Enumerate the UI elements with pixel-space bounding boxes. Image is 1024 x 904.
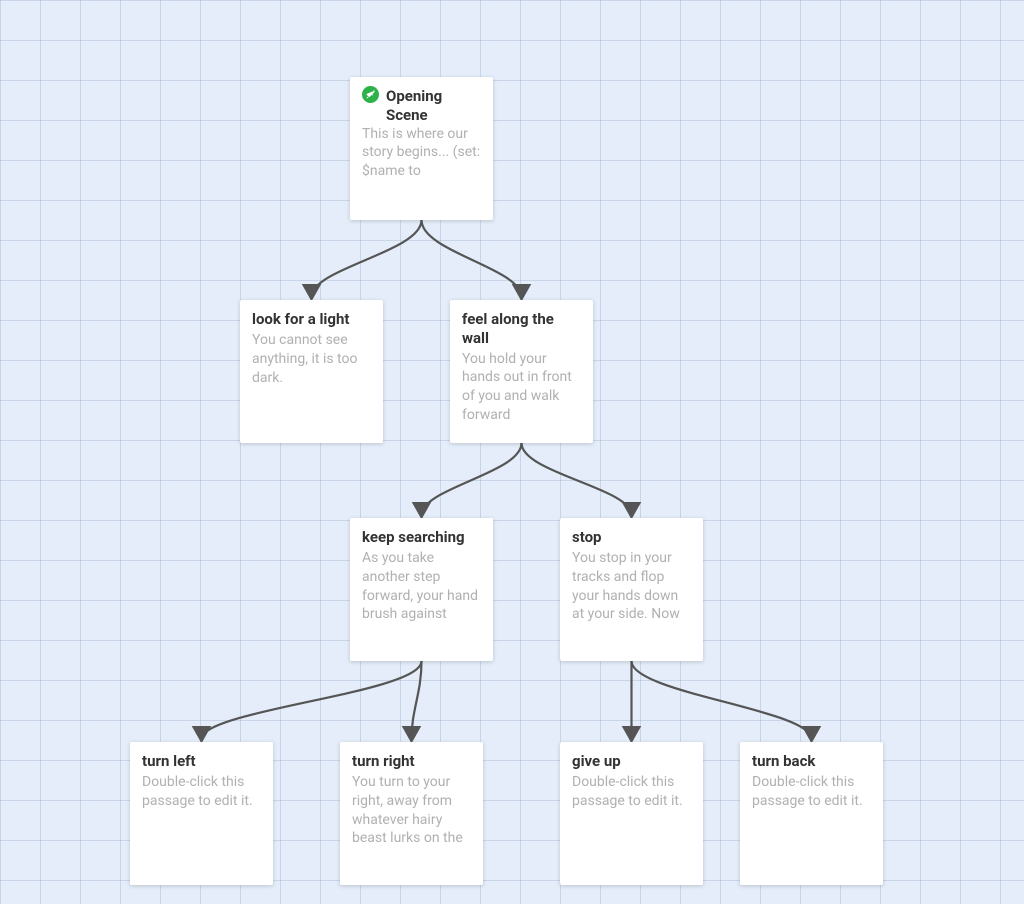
passage-body: You cannot see anything, it is too dark. — [252, 331, 371, 388]
passage-title-text: Opening Scene — [386, 87, 481, 125]
passage-node-look-for-a-light[interactable]: look for a light You cannot see anything… — [240, 300, 383, 443]
passage-body: As you take another step forward, your h… — [362, 549, 481, 625]
passage-body: You hold your hands out in front of you … — [462, 350, 581, 426]
passage-title: Opening Scene — [362, 87, 481, 125]
passage-node-keep-searching[interactable]: keep searching As you take another step … — [350, 518, 493, 661]
passage-node-opening-scene[interactable]: Opening Scene This is where our story be… — [350, 77, 493, 220]
passage-title: look for a light — [252, 310, 371, 329]
passage-node-feel-along-the-wall[interactable]: feel along the wall You hold your hands … — [450, 300, 593, 443]
passage-title: turn left — [142, 752, 261, 771]
passage-body: Double-click this passage to edit it. — [572, 773, 691, 811]
passage-body: Double-click this passage to edit it. — [752, 773, 871, 811]
passage-title: turn right — [352, 752, 471, 771]
story-canvas[interactable]: Opening Scene This is where our story be… — [0, 0, 1024, 904]
passage-title: feel along the wall — [462, 310, 581, 348]
passage-title: stop — [572, 528, 691, 547]
passage-body: You turn to your right, away from whatev… — [352, 773, 471, 849]
passage-node-turn-back[interactable]: turn back Double-click this passage to e… — [740, 742, 883, 885]
start-icon — [362, 86, 379, 107]
passage-node-turn-left[interactable]: turn left Double-click this passage to e… — [130, 742, 273, 885]
passage-node-turn-right[interactable]: turn right You turn to your right, away … — [340, 742, 483, 885]
passage-title: keep searching — [362, 528, 481, 547]
passage-body: This is where our story begins... (set: … — [362, 125, 481, 182]
passage-node-give-up[interactable]: give up Double-click this passage to edi… — [560, 742, 703, 885]
passage-title: give up — [572, 752, 691, 771]
passage-title: turn back — [752, 752, 871, 771]
passage-body: You stop in your tracks and flop your ha… — [572, 549, 691, 625]
passage-body: Double-click this passage to edit it. — [142, 773, 261, 811]
passage-node-stop[interactable]: stop You stop in your tracks and flop yo… — [560, 518, 703, 661]
